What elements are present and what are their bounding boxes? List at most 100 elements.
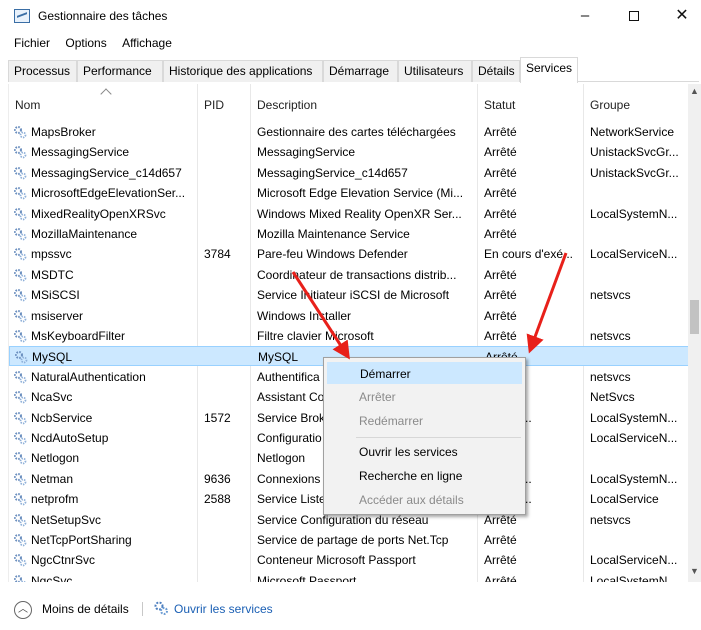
table-row[interactable]: MixedRealityOpenXRSvc Windows Mixed Reali… [9,204,688,224]
service-name: NgcSvc [31,573,73,582]
service-description: MessagingService [257,145,356,160]
service-gear-icon [14,268,27,282]
menu-fichier[interactable]: Fichier [14,36,50,50]
table-row[interactable]: MessagingService MessagingService Arrêté Un… [9,142,688,162]
service-name: NaturalAuthentication [31,369,146,384]
service-status: Arrêté [484,533,517,547]
service-group: LocalSystemN... [590,471,678,486]
footer-divider [142,602,143,616]
table-row[interactable]: NgcCtnrSvc Conteneur Microsoft Passport Ar… [9,550,688,570]
scroll-up-arrow-icon[interactable]: ▲ [688,86,701,100]
service-gear-icon [14,289,27,302]
table-row[interactable]: MicrosoftEdgeElevationSer... Microsoft Ed… [9,183,688,203]
services-gear-icon[interactable] [153,600,169,616]
service-name: msiserver [31,308,84,323]
service-gear-icon [14,228,27,241]
context-menu-search-online[interactable]: Recherche en ligne [327,465,522,487]
table-row[interactable]: MSDTC Coordinateur de transactions distri… [9,265,688,285]
service-group: NetSvcs [590,390,635,405]
table-row[interactable]: msiserver Windows Installer Arrêté [9,306,688,326]
tab-demarrage[interactable]: Démarrage [323,60,398,82]
service-description: MessagingService_c14d657 [257,165,408,180]
open-services-link[interactable]: Ouvrir les services [174,602,273,616]
service-group: netsvcs [590,512,631,527]
tab-services[interactable]: Services [520,57,578,83]
column-header-name[interactable]: Nom [15,98,40,112]
service-name: MSDTC [31,267,74,282]
table-row[interactable]: MozillaMaintenance Mozilla Maintenance Se… [9,224,688,244]
service-group: NetworkService [590,125,675,139]
context-menu-go-to-details: Accéder aux détails [359,493,464,507]
service-description: Service de partage de ports Net.Tcp [257,533,449,547]
service-status: Arrêté [484,145,517,160]
column-header-description[interactable]: Description [257,98,317,112]
service-name: NetTcpPortSharing [31,533,132,547]
table-header: Nom PID Description Statut Groupe [9,84,688,122]
service-group: LocalServiceN... [590,431,678,445]
service-pid: 3784 [204,247,231,262]
menu-options[interactable]: Options [65,36,106,50]
service-description: Microsoft Edge Elevation Service (Mi... [257,186,464,201]
service-status: Arrêté [484,267,517,282]
table-row[interactable]: mpssvc 3784 Pare-feu Windows Defender En co… [9,244,688,264]
service-group: LocalSystemN... [590,410,678,425]
service-pid: 1572 [204,410,231,425]
service-group: netsvcs [590,329,631,343]
service-status: En cours d'exé... [484,247,574,262]
table-row[interactable]: NgcSvc Microsoft Passport Arrêté LocalSyste… [9,571,688,582]
table-row[interactable]: MSiSCSI Service Initiateur iSCSI de Micro… [9,285,688,305]
service-name: MessagingService [31,145,130,160]
column-header-pid[interactable]: PID [204,98,224,112]
tab-bar: Processus Performance Historique des app… [8,57,699,83]
title-bar: Gestionnaire des tâches – ✕ [0,0,701,32]
service-group: netsvcs [590,369,631,384]
vertical-scrollbar[interactable]: ▲ ▼ [688,84,701,582]
service-gear-icon [14,452,27,465]
service-gear-icon [14,391,27,404]
service-status: Arrêté [484,206,517,221]
service-name: MessagingService_c14d657 [31,165,182,180]
table-row[interactable]: MapsBroker Gestionnaire des cartes téléch… [9,122,688,142]
service-name: NcdAutoSetup [31,431,109,445]
context-menu-separator [356,437,521,438]
tab-performance[interactable]: Performance [77,60,163,82]
service-description: Service Initiateur iSCSI de Microsoft [257,288,450,303]
context-menu-start[interactable]: Démarrer [327,362,522,384]
service-gear-icon [14,493,27,506]
service-name: MicrosoftEdgeElevationSer... [31,186,186,201]
tab-processus[interactable]: Processus [8,60,77,82]
service-description: Coordinateur de transactions distrib... [257,267,457,282]
close-button[interactable]: ✕ [660,4,701,28]
maximize-button[interactable] [612,4,656,28]
table-row[interactable]: MessagingService_c14d657 MessagingService… [9,163,688,183]
context-menu-open-services[interactable]: Ouvrir les services [327,441,522,463]
scroll-down-arrow-icon[interactable]: ▼ [688,566,701,580]
service-description: Windows Installer [257,308,352,323]
service-gear-icon [14,187,27,200]
service-status: Arrêté [484,308,517,323]
minimize-button[interactable]: – [563,4,607,28]
service-description: Microsoft Passport [257,573,357,582]
service-group: LocalService [590,492,659,507]
table-row[interactable]: MsKeyboardFilter Filtre clavier Microsoft… [9,326,688,346]
tab-details[interactable]: Détails [472,60,520,82]
maximize-icon [629,11,639,22]
service-name: Netlogon [31,451,80,466]
tab-utilisateurs[interactable]: Utilisateurs [398,60,472,82]
service-name: Netman [31,471,74,486]
service-name: netprofm [31,492,79,507]
menu-affichage[interactable]: Affichage [122,36,172,50]
fewer-details-link[interactable]: Moins de détails [42,602,129,616]
service-group: LocalSystemN... [590,206,678,221]
service-description: Mozilla Maintenance Service [257,227,410,241]
service-gear-icon [14,554,27,567]
tab-historique[interactable]: Historique des applications [163,60,323,82]
column-header-group[interactable]: Groupe [590,98,630,112]
chevron-up-icon[interactable]: ︿ [14,601,32,619]
service-status: Arrêté [484,573,517,582]
service-status: Arrêté [484,553,517,568]
column-header-status[interactable]: Statut [484,98,515,112]
scroll-thumb[interactable] [690,300,699,334]
table-row[interactable]: NetTcpPortSharing Service de partage de p… [9,530,688,550]
service-pid: 9636 [204,471,231,486]
